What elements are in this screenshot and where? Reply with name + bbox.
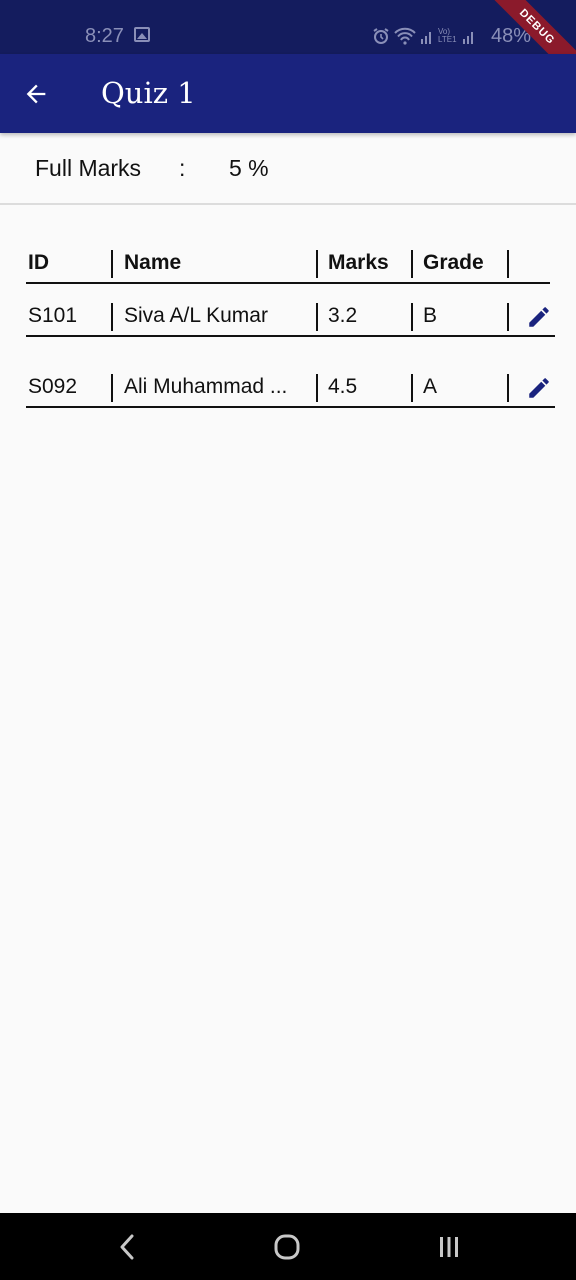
column-divider: [507, 303, 509, 331]
column-divider: [507, 250, 509, 278]
cell-grade: A: [423, 375, 438, 398]
cell-name: Ali Muhammad ...: [124, 375, 288, 398]
column-divider: [507, 374, 509, 402]
full-marks-label: Full Marks: [35, 155, 142, 181]
cell-id: S101: [28, 304, 78, 327]
table-row: S092 Ali Muhammad ... 4.5 A: [26, 372, 555, 408]
column-divider: [316, 303, 318, 331]
edit-button[interactable]: [526, 304, 552, 330]
column-divider: [111, 303, 113, 331]
status-bar: 8:27 Vo) LTE1 48%: [0, 0, 576, 54]
column-divider: [411, 250, 413, 278]
back-button[interactable]: [16, 74, 56, 114]
system-nav-bar: [0, 1213, 576, 1280]
full-marks-value: 5 %: [229, 155, 269, 181]
alarm-icon: [373, 28, 389, 44]
nav-recents-icon[interactable]: [432, 1230, 466, 1264]
column-divider: [111, 250, 113, 278]
signal-icon-2: [463, 32, 473, 44]
table-header: ID Name Marks Grade: [26, 248, 555, 284]
header-underline: [26, 282, 550, 284]
column-divider: [316, 250, 318, 278]
arrow-back-icon: [26, 84, 46, 104]
edit-button[interactable]: [526, 375, 552, 401]
status-icons: Vo) LTE1: [372, 24, 476, 48]
cell-marks: 4.5: [328, 375, 358, 398]
row-underline: [26, 335, 555, 337]
cell-marks: 3.2: [328, 304, 358, 327]
header-marks: Marks: [328, 251, 389, 274]
cell-id: S092: [28, 375, 78, 398]
wifi-icon: [394, 27, 416, 45]
app-bar: Quiz 1: [0, 54, 576, 133]
page-title: Quiz 1: [101, 76, 196, 110]
column-divider: [411, 303, 413, 331]
gallery-notification-icon: [134, 27, 150, 42]
full-marks-separator: :: [179, 155, 186, 181]
row-underline: [26, 406, 555, 408]
cell-grade: B: [423, 304, 438, 327]
full-marks-row: Full Marks : 5 %: [0, 133, 576, 205]
signal-icon: [421, 32, 431, 44]
status-time: 8:27: [85, 25, 124, 47]
column-divider: [111, 374, 113, 402]
nav-home-icon[interactable]: [270, 1230, 304, 1264]
header-id: ID: [28, 251, 49, 274]
nav-back-icon[interactable]: [110, 1230, 144, 1264]
column-divider: [316, 374, 318, 402]
header-name: Name: [124, 251, 182, 274]
volte-label: Vo) LTE1: [438, 27, 457, 44]
edit-icon: [529, 307, 549, 327]
header-grade: Grade: [423, 251, 484, 274]
cell-name: Siva A/L Kumar: [124, 304, 268, 327]
column-divider: [411, 374, 413, 402]
edit-icon: [529, 378, 549, 398]
table-row: S101 Siva A/L Kumar 3.2 B: [26, 301, 555, 337]
